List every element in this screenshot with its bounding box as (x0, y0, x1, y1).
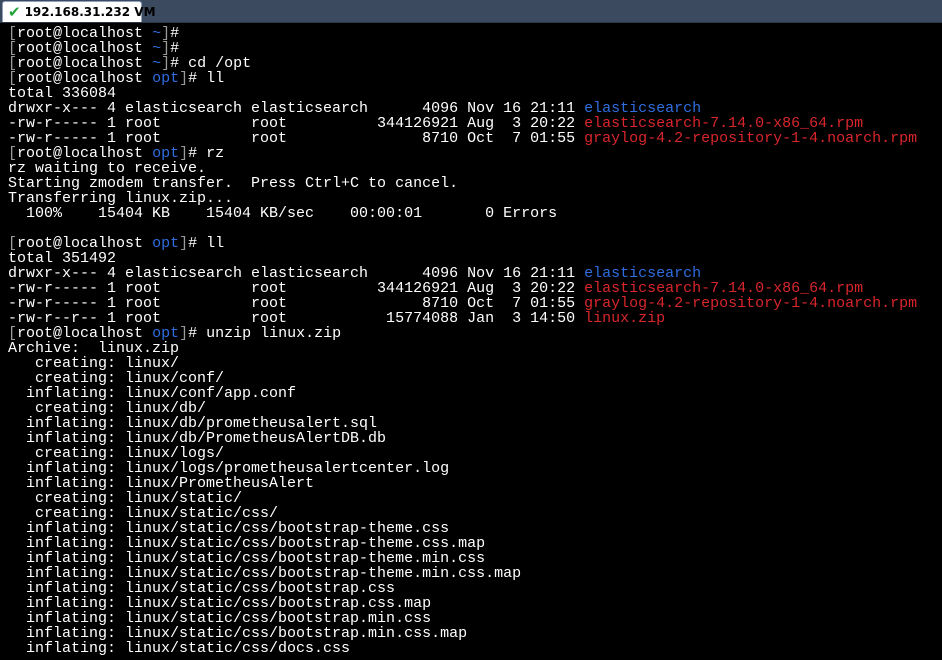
session-tab[interactable]: ✔ 192.168.31.232 VM (2, 1, 156, 22)
output-line: inflating: linux/static/css/bootstrap.mi… (8, 625, 468, 642)
prompt-dir: opt (152, 70, 180, 87)
prompt-symbol: # (188, 235, 198, 252)
terminal-output[interactable]: [root@localhost ~]# [root@localhost ~]# [r… (0, 23, 942, 660)
prompt-line: [root@localhost opt]# ll (8, 236, 917, 251)
prompt-bracket: ] (179, 235, 189, 252)
file-listing-row: -rw-r--r-- 1 root root 15774088 Jan 3 14… (8, 311, 917, 326)
output-line: inflating: linux/logs/prometheusalertcen… (8, 460, 450, 477)
output-line: inflating: linux/static/css/bootstrap-th… (8, 535, 486, 552)
prompt-line: [root@localhost opt]# ll (8, 71, 917, 86)
session-tab-bar: ✔ 192.168.31.232 VM (0, 0, 942, 23)
output-line: inflating: linux/db/PrometheusAlertDB.db (8, 430, 387, 447)
file-listing-row: -rw-r----- 1 root root 8710 Oct 7 01:55 … (8, 296, 917, 311)
session-tab-label: 192.168.31.232 VM (24, 5, 156, 19)
output-line: inflating: linux/static/css/bootstrap-th… (8, 565, 522, 582)
prompt-bracket: ] (179, 70, 189, 87)
output-line: inflating: linux/static/css/bootstrap-th… (8, 550, 486, 567)
output-line: inflating: linux/static/css/bootstrap.cs… (8, 595, 432, 612)
file-listing-row: drwxr-x--- 4 elasticsearch elasticsearch… (8, 266, 917, 281)
output-line: inflating: linux/static/css/bootstrap.cs… (8, 580, 396, 597)
output-line: Archive: linux.zip (8, 340, 180, 357)
output-line: creating: linux/ (8, 355, 180, 372)
output-line: inflating: linux/conf/app.conf (8, 385, 297, 402)
output-line: total 336084 (8, 85, 117, 102)
prompt-line: [root@localhost opt]# unzip linux.zip (8, 326, 917, 341)
command-text: unzip linux.zip (197, 325, 342, 342)
file-listing-row: drwxr-x--- 4 elasticsearch elasticsearch… (8, 101, 917, 116)
prompt-dir: opt (152, 235, 180, 252)
output-line: total 351492 (8, 250, 117, 267)
output-line: creating: linux/logs/ (8, 445, 225, 462)
output-line: creating: linux/db/ (8, 400, 207, 417)
prompt-line: [root@localhost ~]# (8, 41, 917, 56)
prompt-line: [root@localhost opt]# rz (8, 146, 917, 161)
file-name: graylog-4.2-repository-1-4.noarch.rpm (584, 130, 918, 147)
output-line: creating: linux/conf/ (8, 370, 225, 387)
output-line: 100% 15404 KB 15404 KB/sec 00:00:01 0 Er… (8, 205, 558, 222)
file-listing-row: -rw-r----- 1 root root 344126921 Aug 3 2… (8, 281, 917, 296)
terminal-screen: [root@localhost ~]# [root@localhost ~]# [r… (8, 26, 917, 656)
output-line: Transferring linux.zip... (8, 190, 234, 207)
output-line: inflating: linux/static/css/bootstrap.mi… (8, 610, 432, 627)
output-line: Starting zmodem transfer. Press Ctrl+C t… (8, 175, 459, 192)
output-line: creating: linux/static/ (8, 490, 243, 507)
output-line: inflating: linux/db/prometheusalert.sql (8, 415, 378, 432)
prompt-line: [root@localhost ~]# cd /opt (8, 56, 917, 71)
prompt-symbol: # (188, 325, 198, 342)
command-text: ll (197, 70, 225, 87)
file-name: linux.zip (584, 310, 666, 327)
file-listing-row: -rw-r----- 1 root root 8710 Oct 7 01:55 … (8, 131, 917, 146)
output-line: inflating: linux/PrometheusAlert (8, 475, 315, 492)
output-line: inflating: linux/static/css/bootstrap-th… (8, 520, 450, 537)
prompt-symbol: # (188, 70, 198, 87)
prompt-bracket: ] (179, 325, 189, 342)
output-line: rz waiting to receive. (8, 160, 207, 177)
prompt-line: [root@localhost ~]# (8, 26, 917, 41)
output-line: inflating: linux/static/css/docs.css (8, 640, 351, 657)
output-line: creating: linux/static/css/ (8, 505, 279, 522)
check-icon: ✔ (8, 3, 21, 21)
command-text: ll (197, 235, 225, 252)
file-listing-row: -rw-r----- 1 root root 344126921 Aug 3 2… (8, 116, 917, 131)
